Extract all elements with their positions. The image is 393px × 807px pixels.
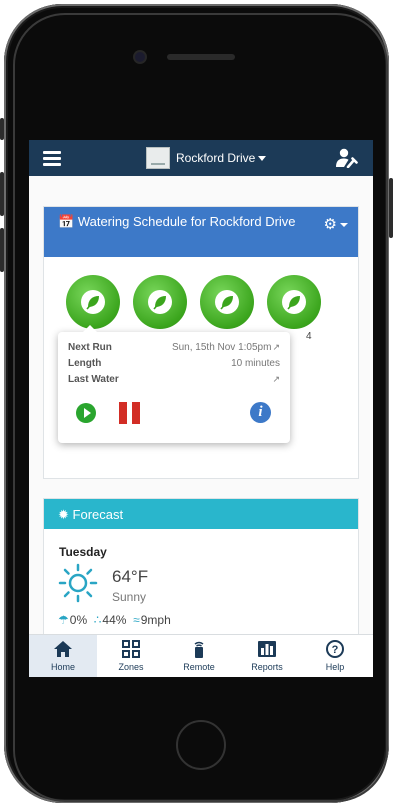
weather-condition: Sunny (112, 590, 147, 604)
caret-down-icon (258, 156, 267, 162)
rain-chance: 0% (69, 613, 88, 627)
zone-button-2[interactable] (133, 275, 187, 329)
sunny-weather-icon (58, 563, 98, 603)
controller-thumbnail (146, 147, 170, 169)
wind-icon: ≈ (133, 613, 140, 627)
wind-speed: 9mph (140, 613, 171, 627)
humidity: 44% (102, 613, 127, 627)
svg-text:?: ? (332, 644, 339, 656)
temperature: 64°F (112, 567, 149, 586)
caret-down-icon (340, 223, 348, 228)
forecast-title: Forecast (72, 507, 124, 522)
tab-remote[interactable]: Remote (165, 635, 233, 677)
menu-icon[interactable] (43, 151, 61, 166)
front-camera (135, 52, 145, 62)
tab-reports[interactable]: Reports (233, 635, 301, 677)
volume-up-button (0, 172, 4, 216)
tab-home-label: Home (50, 662, 75, 672)
last-water-label: Last Water (68, 374, 119, 385)
location-selector[interactable]: Rockford Drive (176, 151, 267, 165)
play-icon[interactable] (76, 403, 96, 423)
weather-metrics: ☂0% ∴44% ≈9mph (58, 613, 171, 627)
location-name: Rockford Drive (176, 151, 256, 165)
zone-details-popup: Next Run Sun, 15th Nov 1:05pm↗ Length 10… (58, 325, 290, 443)
silent-switch (0, 118, 4, 140)
length-label: Length (68, 358, 102, 369)
help-icon: ? (326, 640, 344, 658)
leaf-icon (81, 290, 105, 314)
next-run-value: Sun, 15th Nov 1:05pm (171, 342, 272, 353)
user-settings-icon[interactable] (336, 148, 358, 168)
volume-down-button (0, 228, 4, 272)
tab-zones[interactable]: Zones (97, 635, 165, 677)
last-water-row: Last Water ↗ (68, 374, 280, 388)
forecast-card: ✹ Forecast Tuesday 64°F Sunny ☂0% ∴44% ≈… (43, 498, 359, 638)
calendar-icon: 📅 (58, 214, 75, 229)
tab-remote-label: Remote (183, 662, 215, 672)
tab-home[interactable]: Home (29, 635, 97, 677)
earpiece-speaker (167, 54, 235, 60)
remote-icon (194, 641, 204, 658)
home-button[interactable] (176, 720, 226, 770)
schedule-settings-button[interactable]: ⚙ (324, 215, 348, 233)
tab-reports-label: Reports (251, 662, 283, 672)
length-row: Length 10 minutes (68, 358, 280, 372)
leaf-icon (282, 290, 306, 314)
tab-help-label: Help (325, 662, 345, 672)
bar-chart-icon (258, 641, 276, 657)
main-content: 📅 Watering Schedule for Rockford Drive ⚙… (29, 176, 373, 638)
pause-icon[interactable] (119, 402, 141, 424)
tab-help[interactable]: ? Help (301, 635, 369, 677)
bottom-tab-bar: Home Zones Remote Reports ? Help (29, 634, 373, 677)
zone-button-3[interactable] (200, 275, 254, 329)
schedule-title: Watering Schedule for Rockford Drive (77, 214, 296, 229)
zones-grid-icon (122, 640, 140, 658)
watering-schedule-card: 📅 Watering Schedule for Rockford Drive ⚙… (43, 206, 359, 479)
sun-small-icon: ✹ (58, 507, 69, 522)
schedule-header: 📅 Watering Schedule for Rockford Drive (44, 207, 358, 257)
next-run-row: Next Run Sun, 15th Nov 1:05pm↗ (68, 342, 280, 356)
tab-zones-label: Zones (118, 662, 144, 672)
app-screen: Rockford Drive 📅 Watering Schedule for R… (29, 140, 373, 677)
info-icon[interactable]: i (250, 402, 271, 423)
next-run-label: Next Run (68, 342, 112, 353)
rain-cloud-icon: ☂ (58, 613, 69, 627)
zone-number-label: 4 (306, 331, 312, 342)
leaf-icon (148, 290, 172, 314)
home-icon (54, 641, 72, 657)
external-link-icon[interactable]: ↗ (272, 342, 280, 353)
length-value: 10 minutes (231, 358, 280, 369)
zone-button-1[interactable] (66, 275, 120, 329)
forecast-day: Tuesday (59, 545, 107, 559)
power-button (389, 178, 393, 238)
gear-icon: ⚙ (323, 216, 337, 233)
forecast-header: ✹ Forecast (44, 499, 358, 529)
leaf-icon (215, 290, 239, 314)
zone-button-4[interactable] (267, 275, 321, 329)
humidity-drops-icon: ∴ (93, 613, 102, 627)
external-link-icon[interactable]: ↗ (272, 374, 280, 385)
top-navbar: Rockford Drive (29, 140, 373, 176)
